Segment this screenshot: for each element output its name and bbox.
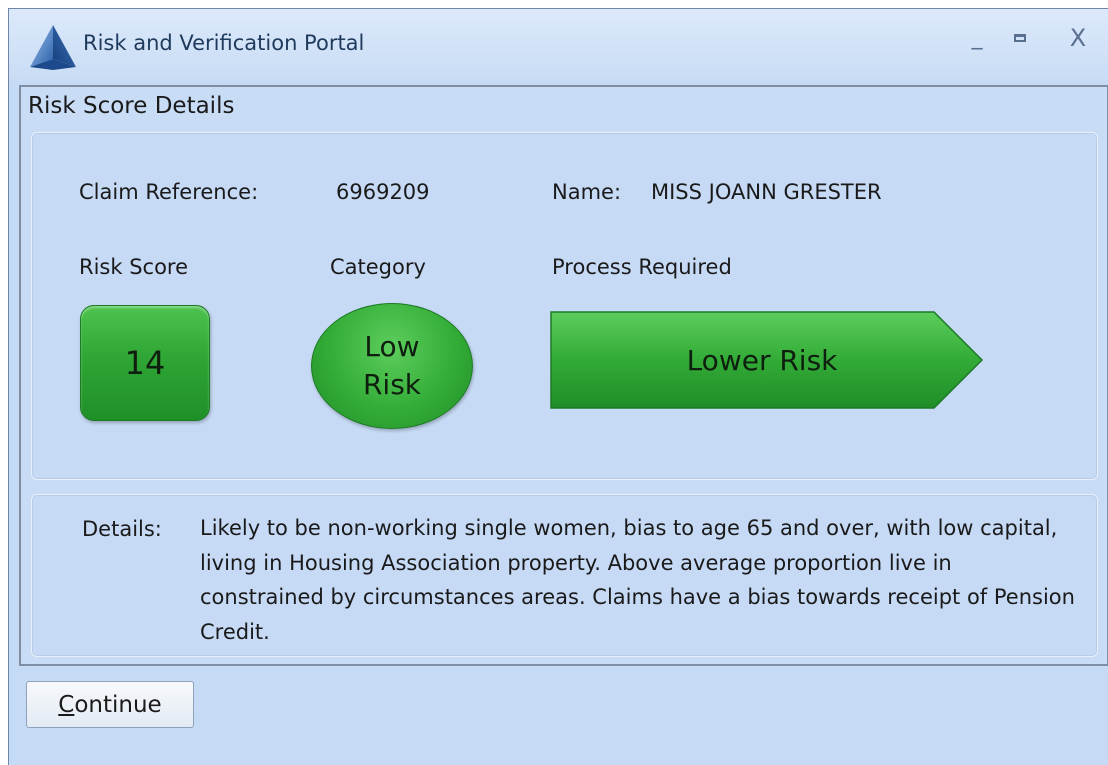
risk-score-value: 14 — [124, 344, 166, 382]
risk-score-indicator: 14 — [80, 305, 210, 421]
maximize-button[interactable] — [1006, 23, 1036, 53]
app-window: Risk and Verification Portal _ X Risk Sc… — [8, 8, 1108, 765]
continue-label: ontinue — [74, 691, 162, 718]
window-title: Risk and Verification Portal — [83, 31, 365, 55]
name-label: Name: — [552, 180, 622, 204]
close-button[interactable]: X — [1063, 23, 1093, 53]
maximize-icon — [1014, 34, 1026, 42]
category-line-2: Risk — [362, 368, 422, 401]
category-indicator: Low Risk — [311, 303, 473, 429]
category-label: Category — [330, 255, 426, 279]
details-text: Likely to be non-working single women, b… — [200, 516, 1075, 644]
minimize-button[interactable]: _ — [962, 23, 992, 53]
category-line-1: Low — [364, 330, 420, 363]
process-required-value: Lower Risk — [686, 343, 838, 377]
claim-reference-label: Claim Reference: — [79, 180, 259, 204]
continue-accelerator: C — [58, 691, 75, 718]
process-required-label: Process Required — [552, 255, 732, 279]
frame-title: Risk Score Details — [28, 93, 235, 119]
claim-reference-value: 6969209 — [336, 180, 430, 204]
title-bar[interactable]: Risk and Verification Portal _ X — [9, 9, 1108, 81]
close-icon: X — [1069, 24, 1087, 52]
pyramid-logo-icon — [30, 25, 76, 70]
score-panel: Claim Reference: 6969209 Name: MISS JOAN… — [31, 132, 1098, 480]
minimize-icon: _ — [971, 25, 983, 50]
details-label: Details: — [82, 517, 162, 541]
risk-score-label: Risk Score — [79, 255, 189, 279]
continue-button[interactable]: Continue — [26, 681, 194, 728]
risk-score-details-frame: Risk Score Details Claim Reference: 6969… — [19, 85, 1108, 666]
details-panel: Details: Likely to be non-working single… — [31, 494, 1098, 657]
process-required-indicator: Lower Risk — [550, 310, 984, 410]
name-value: MISS JOANN GRESTER — [651, 180, 882, 204]
